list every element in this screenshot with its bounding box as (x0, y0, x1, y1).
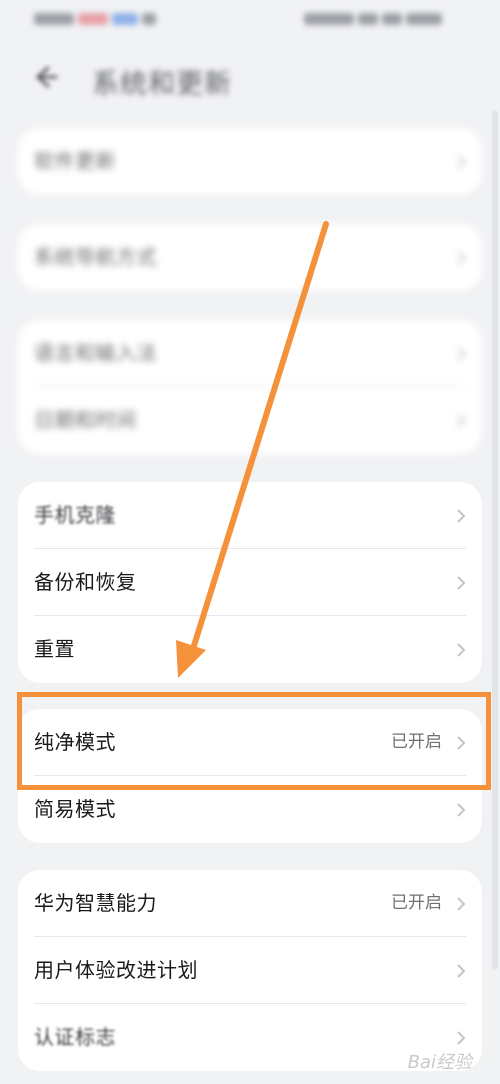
chevron-right-icon (457, 1031, 466, 1045)
chevron-right-icon (457, 414, 466, 428)
setting-label: 用户体验改进计划 (34, 958, 198, 982)
chevron-right-icon (457, 576, 466, 590)
chevron-right-icon (457, 643, 466, 657)
setting-row-user-experience[interactable]: 用户体验改进计划 (18, 937, 482, 1004)
chevron-right-icon (457, 251, 466, 265)
setting-label: 语言和输入法 (34, 341, 157, 365)
chevron-right-icon (457, 803, 466, 817)
chevron-right-icon (457, 155, 466, 169)
settings-card-2: 系统导航方式 (18, 224, 482, 291)
chevron-right-icon (457, 347, 466, 361)
setting-row-phone-clone[interactable]: 手机克隆 (18, 482, 482, 549)
setting-row-software-update[interactable]: 软件更新 (18, 128, 482, 195)
setting-row-language[interactable]: 语言和输入法 (18, 320, 482, 387)
status-bar-left-icons (34, 10, 214, 25)
annotation-highlight-box (17, 692, 491, 790)
setting-row-date-time[interactable]: 日期和时间 (18, 387, 482, 454)
chevron-right-icon (457, 897, 466, 911)
setting-label: 软件更新 (34, 149, 116, 173)
setting-label: 华为智慧能力 (34, 891, 157, 915)
setting-label: 系统导航方式 (34, 245, 157, 269)
page-title: 系统和更新 (92, 69, 232, 100)
chevron-right-icon (457, 964, 466, 978)
setting-label: 备份和恢复 (34, 570, 137, 594)
status-bar (0, 0, 500, 38)
setting-label: 手机克隆 (34, 503, 116, 527)
scrollbar[interactable] (492, 110, 498, 970)
setting-label: 认证标志 (34, 1025, 116, 1049)
settings-card-6: 华为智慧能力 已开启 用户体验改进计划 认证标志 (18, 870, 482, 1071)
status-bar-right-icons (300, 10, 470, 25)
setting-status-value: 已开启 (391, 893, 442, 913)
chevron-right-icon (457, 509, 466, 523)
setting-row-navigation[interactable]: 系统导航方式 (18, 224, 482, 291)
setting-row-reset[interactable]: 重置 (18, 616, 482, 683)
settings-card-1: 软件更新 (18, 128, 482, 195)
watermark: Bai经验 (407, 1052, 472, 1073)
setting-row-backup-restore[interactable]: 备份和恢复 (18, 549, 482, 616)
back-arrow-icon[interactable] (30, 62, 60, 92)
settings-card-3: 语言和输入法 日期和时间 (18, 320, 482, 454)
setting-label: 重置 (34, 637, 75, 661)
setting-row-huawei-intelligence[interactable]: 华为智慧能力 已开启 (18, 870, 482, 937)
setting-label: 日期和时间 (34, 408, 137, 432)
header: 系统和更新 (0, 50, 500, 106)
settings-card-4: 手机克隆 备份和恢复 重置 (18, 482, 482, 683)
